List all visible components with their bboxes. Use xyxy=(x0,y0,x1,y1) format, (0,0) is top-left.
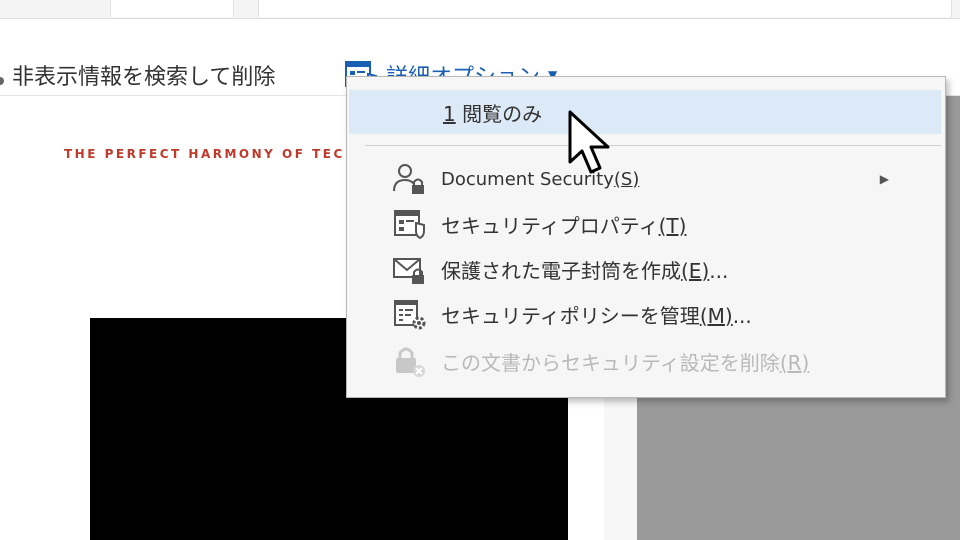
top-strip xyxy=(0,0,960,19)
bullet-icon xyxy=(0,77,4,85)
menu-item-remove-security: この文書からセキュリティ設定を削除(R) xyxy=(347,341,945,381)
envelope-lock-icon xyxy=(391,251,427,287)
advanced-options-menu: 1 閲覧のみ Document Security(S) ▶ セキュリティプロパテ… xyxy=(346,76,946,398)
user-lock-icon xyxy=(391,161,427,197)
menu-item-label: セキュリティポリシーを管理(M)... xyxy=(441,303,752,328)
security-properties-icon xyxy=(391,206,427,242)
policy-gear-icon xyxy=(391,296,427,332)
menu-item-manage-security-policies[interactable]: セキュリティポリシーを管理(M)... xyxy=(347,294,945,334)
menu-item-label: この文書からセキュリティ設定を削除(R) xyxy=(441,350,810,375)
top-field-2[interactable] xyxy=(258,0,952,17)
menu-item-label: 保護された電子封筒を作成(E)... xyxy=(441,258,729,283)
menu-separator xyxy=(365,145,941,146)
lock-remove-icon xyxy=(391,343,427,379)
menu-item-recent-view-only[interactable]: 1 閲覧のみ xyxy=(349,90,941,134)
menu-item-document-security[interactable]: Document Security(S) ▶ xyxy=(347,159,945,199)
menu-item-label: 1 閲覧のみ xyxy=(443,101,543,126)
mouse-cursor-icon xyxy=(568,110,610,174)
remove-hidden-info-label: 非表示情報を検索して削除 xyxy=(12,65,276,90)
menu-item-security-properties[interactable]: セキュリティプロパティ(T) xyxy=(347,204,945,244)
top-field-1[interactable] xyxy=(110,0,234,17)
remove-hidden-info-button[interactable]: 非表示情報を検索して削除 xyxy=(0,57,275,93)
menu-item-create-secure-envelope[interactable]: 保護された電子封筒を作成(E)... xyxy=(347,249,945,289)
chevron-right-icon: ▶ xyxy=(879,172,889,186)
document-tagline: THE PERFECT HARMONY OF TEC xyxy=(64,147,345,161)
menu-item-label: セキュリティプロパティ(T) xyxy=(441,213,687,238)
